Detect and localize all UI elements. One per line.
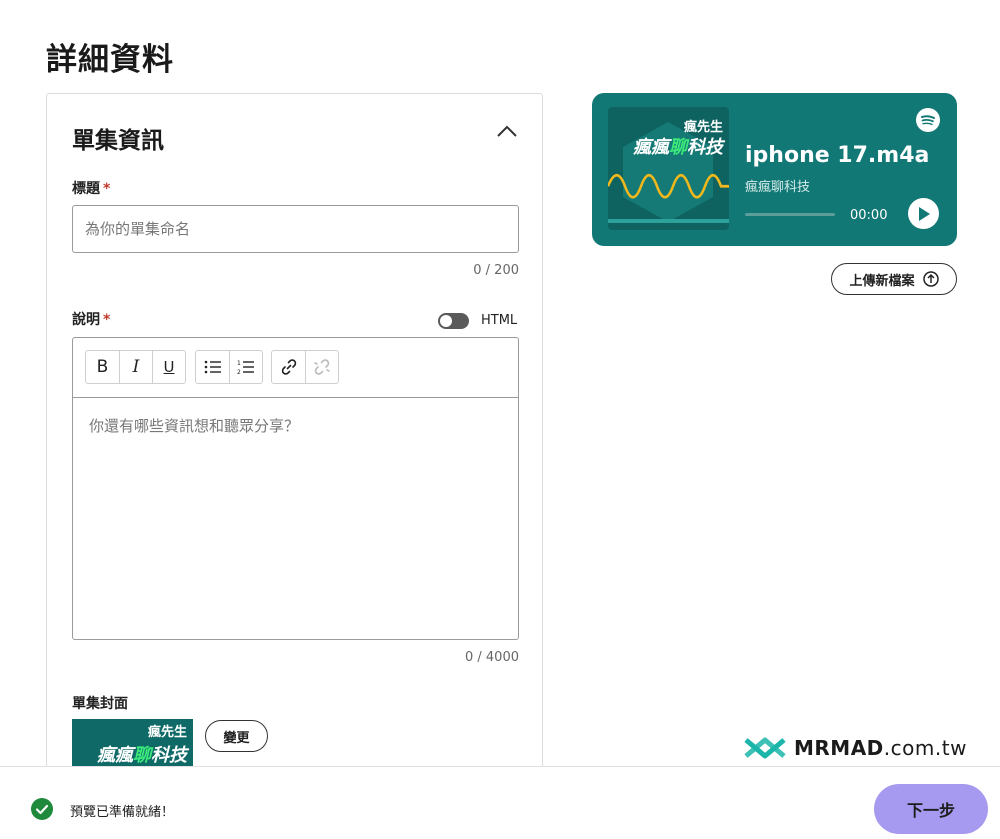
upload-button-label: 上傳新檔案 <box>849 273 915 289</box>
italic-button[interactable]: I <box>119 351 152 383</box>
collapse-chevron-icon[interactable] <box>494 119 520 143</box>
bullet-list-icon <box>204 360 221 374</box>
cover-art-main-c: 科技 <box>687 137 726 158</box>
play-button[interactable] <box>908 198 939 229</box>
bold-glyph: B <box>96 357 109 377</box>
audio-preview-player: 瘋先生 瘋瘋聊科技 iphone 17.m4a 瘋瘋聊科技 00:00 <box>592 93 957 246</box>
change-cover-button[interactable]: 變更 <box>205 720 268 752</box>
unlink-button[interactable] <box>305 351 338 383</box>
list-group: 12 <box>195 350 263 384</box>
next-step-button[interactable]: 下一步 <box>874 784 988 834</box>
underline-glyph: U <box>163 358 175 376</box>
numbered-list-button[interactable]: 12 <box>229 351 262 383</box>
toggle-knob <box>440 315 452 327</box>
cover-label: 單集封面 <box>72 696 128 712</box>
link-group <box>271 350 339 384</box>
watermark-brand: MRMAD <box>794 736 884 760</box>
description-char-counter: 0 / 4000 <box>465 650 519 665</box>
svg-text:瘋瘋聊科技: 瘋瘋聊科技 <box>633 137 726 158</box>
html-toggle-label: HTML <box>481 313 518 328</box>
svg-text:2: 2 <box>237 369 241 375</box>
required-mark: * <box>103 312 111 328</box>
numbered-list-icon: 12 <box>237 360 254 375</box>
watermark-domain: .com.tw <box>883 736 967 760</box>
bold-button[interactable]: B <box>86 351 119 383</box>
link-icon <box>281 359 296 375</box>
svg-text:瘋瘋聊科技: 瘋瘋聊科技 <box>97 745 190 766</box>
track-title: iphone 17.m4a <box>745 143 930 168</box>
page-title: 詳細資料 <box>46 42 174 78</box>
bullet-list-button[interactable] <box>196 351 229 383</box>
cover-thumb-top-text: 瘋先生 <box>147 724 187 740</box>
required-mark: * <box>103 181 111 197</box>
svg-text:1: 1 <box>237 360 241 367</box>
podcast-cover-art: 瘋先生 瘋瘋聊科技 <box>606 107 729 230</box>
cover-art-main-a: 瘋瘋 <box>633 137 672 158</box>
playback-time: 00:00 <box>850 208 888 223</box>
title-label: 標題 * <box>72 178 110 198</box>
description-editor: B I U 12 你還有哪些資訊想和聽眾分享？ <box>72 337 519 640</box>
status-message: 預覽已準備就緒！ <box>70 805 175 820</box>
watermark-text: MRMAD.com.tw <box>794 736 967 760</box>
track-artist: 瘋瘋聊科技 <box>745 180 811 195</box>
upload-arrow-icon <box>922 271 939 287</box>
play-icon <box>918 206 930 221</box>
upload-new-file-button[interactable]: 上傳新檔案 <box>831 263 957 295</box>
underline-button[interactable]: U <box>152 351 185 383</box>
cover-thumb-main-a: 瘋瘋 <box>97 745 136 766</box>
title-input[interactable] <box>72 205 519 253</box>
unlink-icon <box>314 359 330 375</box>
check-circle-icon <box>31 798 53 820</box>
html-toggle[interactable] <box>438 313 469 329</box>
title-char-counter: 0 / 200 <box>473 263 519 278</box>
playback-progress-bar[interactable] <box>745 213 835 216</box>
description-label-text: 說明 <box>72 312 100 328</box>
mrmad-watermark: MRMAD.com.tw <box>744 736 967 760</box>
format-group: B I U <box>85 350 186 384</box>
description-label: 說明 * <box>72 309 110 329</box>
episode-info-card: 單集資訊 標題* 0 / 200 說明* HTML B I U 12 <box>46 93 543 793</box>
cover-art-top-text: 瘋先生 <box>683 119 723 135</box>
description-textarea[interactable]: 你還有哪些資訊想和聽眾分享？ <box>73 398 518 453</box>
link-button[interactable] <box>272 351 305 383</box>
bottom-status-bar: 預覽已準備就緒！ 下一步 <box>0 766 1000 839</box>
italic-glyph: I <box>132 357 140 377</box>
title-label-text: 標題 <box>72 181 100 197</box>
mrmad-logo-icon <box>744 737 786 759</box>
editor-toolbar: B I U 12 <box>73 338 518 398</box>
card-title: 單集資訊 <box>72 128 164 154</box>
spotify-icon[interactable] <box>916 108 940 132</box>
cover-thumb-main-c: 科技 <box>151 745 190 766</box>
